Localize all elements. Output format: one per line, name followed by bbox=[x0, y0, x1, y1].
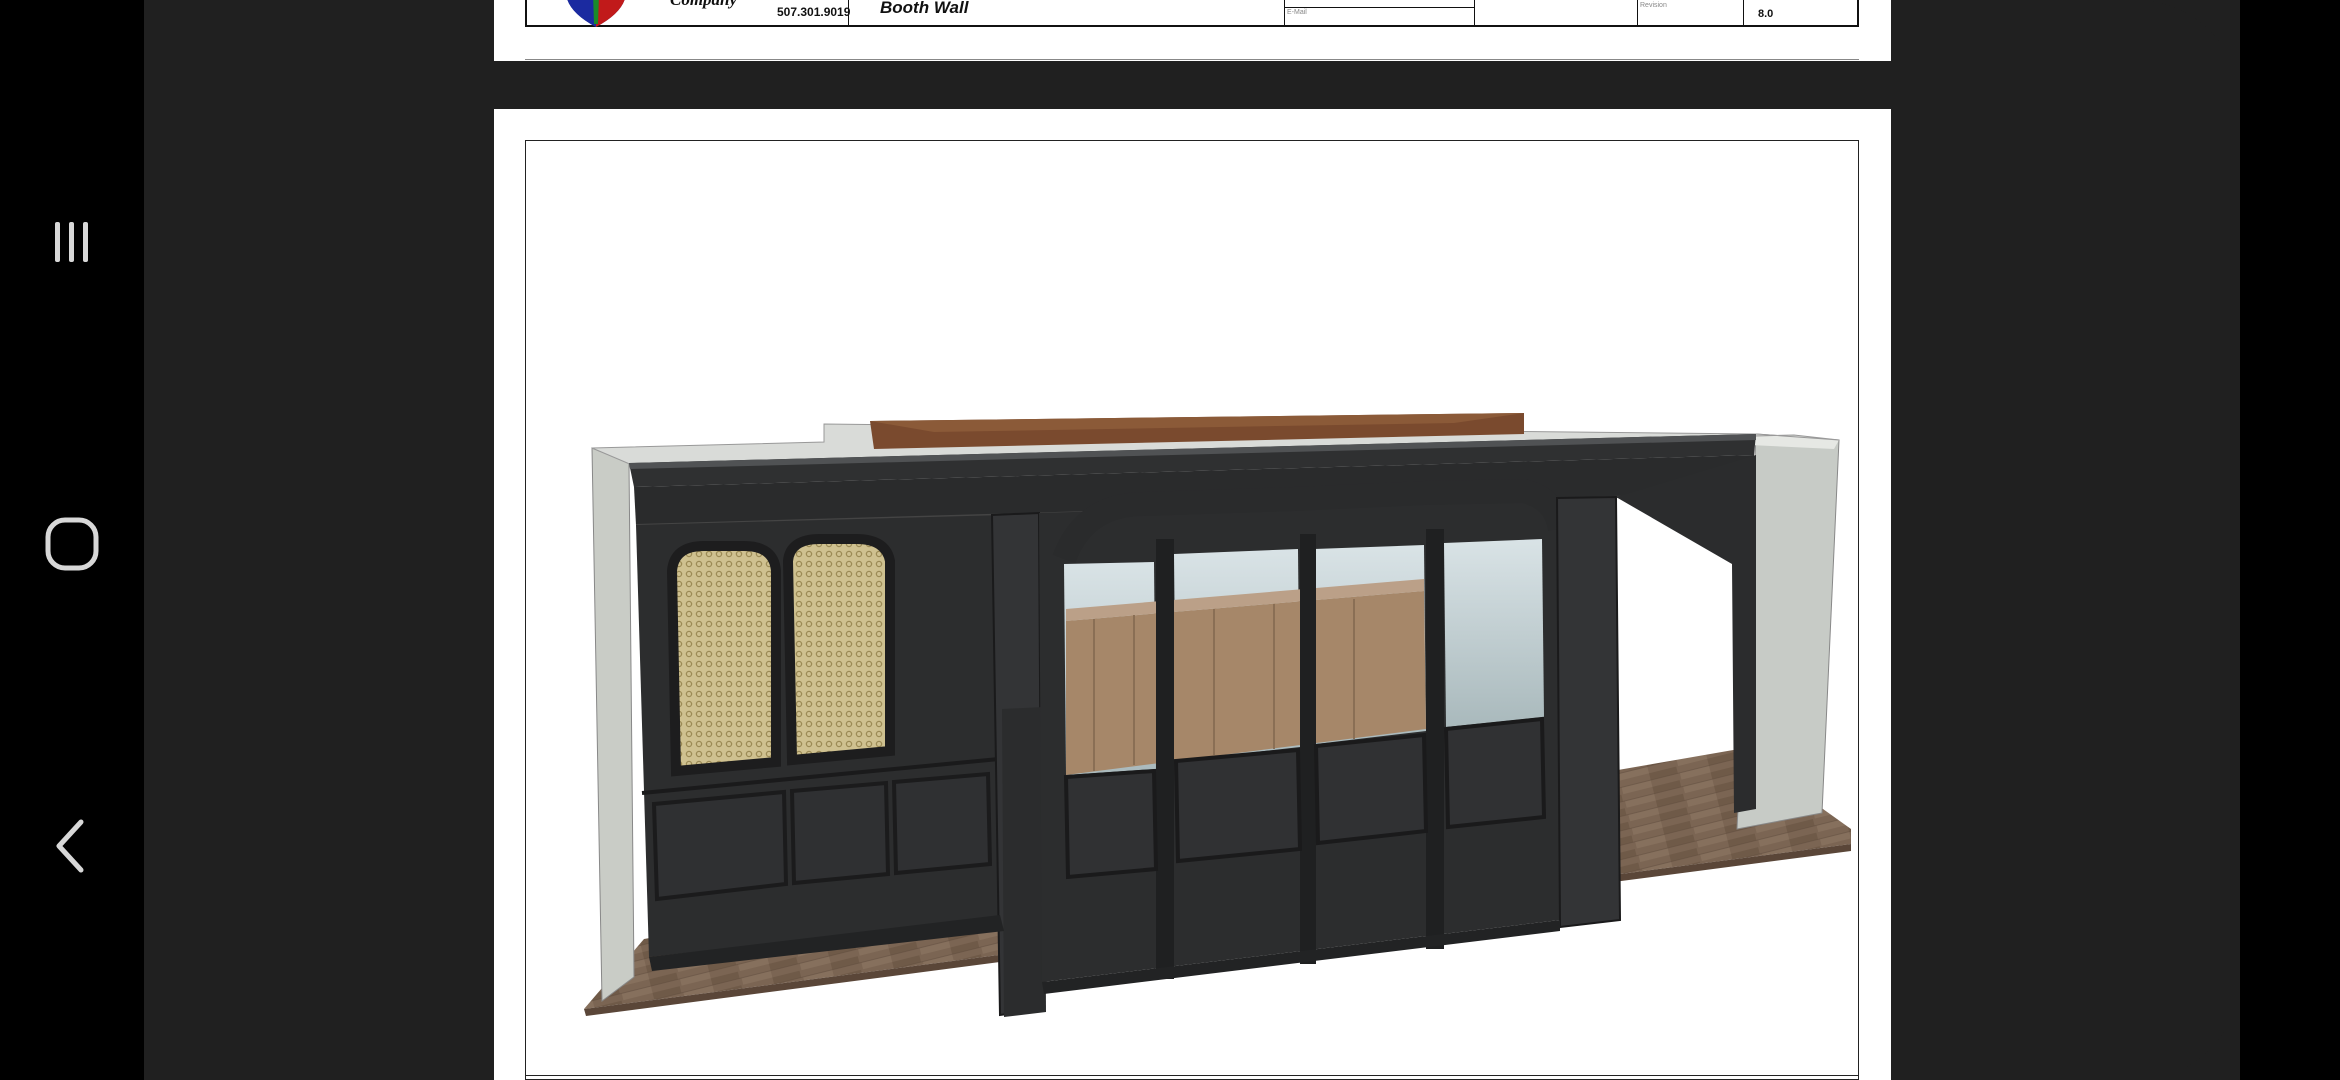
back-icon bbox=[47, 816, 97, 876]
document-page-previous[interactable]: Company 507.301.9019 Booth Wall E-Mail R… bbox=[494, 0, 1891, 61]
lower-panel bbox=[1313, 732, 1429, 846]
phone-number: 507.301.9019 bbox=[777, 5, 851, 19]
booth-wall-render bbox=[584, 413, 1851, 1017]
divider bbox=[1284, 0, 1285, 27]
lower-panel bbox=[1063, 768, 1159, 880]
home-button[interactable] bbox=[36, 508, 108, 580]
home-icon bbox=[42, 514, 102, 574]
divider bbox=[1743, 0, 1744, 27]
recent-apps-icon bbox=[44, 214, 100, 270]
mullion bbox=[1426, 529, 1444, 949]
wainscot-panel bbox=[891, 771, 993, 876]
company-logo bbox=[567, 0, 625, 27]
screen-edge bbox=[2240, 0, 2340, 1080]
mullion bbox=[1156, 539, 1174, 979]
frame-line bbox=[525, 59, 1859, 60]
cane-panel bbox=[782, 534, 895, 766]
divider bbox=[1474, 0, 1475, 27]
recent-apps-button[interactable] bbox=[36, 206, 108, 278]
divider bbox=[1284, 7, 1474, 8]
sheet-title: Booth Wall bbox=[880, 0, 969, 17]
field-label: E-Mail bbox=[1287, 9, 1307, 16]
divider bbox=[848, 0, 849, 27]
back-button[interactable] bbox=[36, 810, 108, 882]
left-end-wall bbox=[591, 447, 635, 1002]
navigation-bar bbox=[0, 0, 144, 1080]
company-name: Company bbox=[670, 0, 737, 10]
glass-pane bbox=[1444, 539, 1544, 727]
document-page-current[interactable] bbox=[494, 109, 1891, 1080]
wainscot-panel bbox=[789, 780, 891, 886]
revision-number: 8.0 bbox=[1758, 8, 1774, 20]
wainscot-panel bbox=[651, 789, 789, 902]
cane-panel bbox=[666, 541, 781, 777]
lower-panel bbox=[1443, 716, 1547, 830]
lower-panel bbox=[1173, 747, 1303, 864]
field-label: Revision bbox=[1640, 2, 1667, 9]
pillar bbox=[1555, 495, 1622, 929]
mullion bbox=[1300, 534, 1316, 964]
divider bbox=[1637, 0, 1638, 27]
title-block: Company 507.301.9019 Booth Wall E-Mail R… bbox=[525, 0, 1859, 27]
